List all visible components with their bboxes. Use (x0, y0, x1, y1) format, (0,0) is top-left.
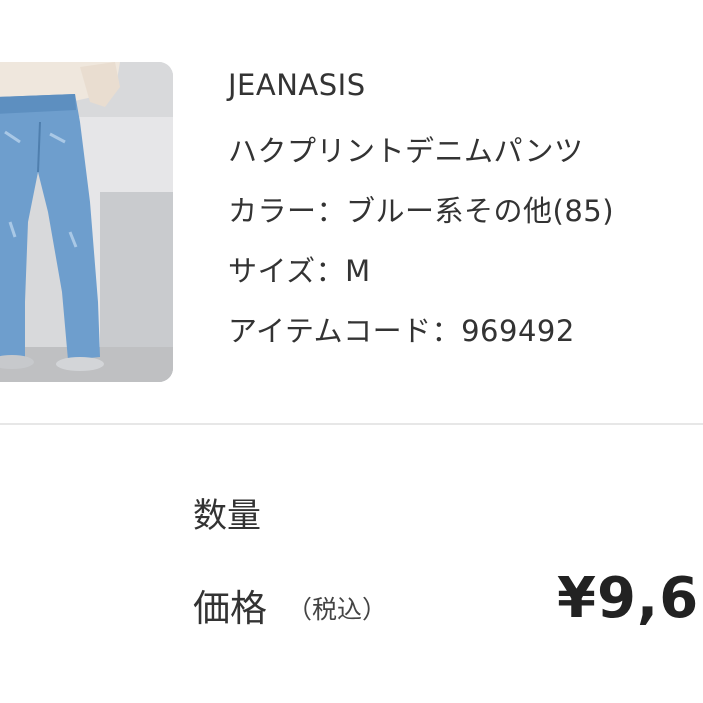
product-image[interactable] (0, 62, 173, 382)
price-label: 価格 (193, 587, 267, 630)
section-divider (0, 423, 703, 425)
product-item-code: アイテムコード：969492 (228, 314, 575, 348)
quantity-label: 数量 (193, 496, 261, 536)
product-photo-jeans (0, 62, 173, 382)
tax-included-note: （税込） (287, 595, 388, 624)
product-card[interactable]: JEANASIS ハクプリントデニムパンツ カラー：ブルー系その他(85) サイ… (0, 0, 703, 423)
product-size: サイズ：M (228, 254, 371, 288)
product-name: ハクプリントデニムパンツ (228, 134, 584, 168)
product-color: カラー：ブルー系その他(85) (228, 194, 615, 228)
brand-name: JEANASIS (228, 68, 366, 102)
order-page: JEANASIS ハクプリントデニムパンツ カラー：ブルー系その他(85) サイ… (0, 0, 703, 703)
price-value: ¥9,6 (557, 566, 700, 631)
